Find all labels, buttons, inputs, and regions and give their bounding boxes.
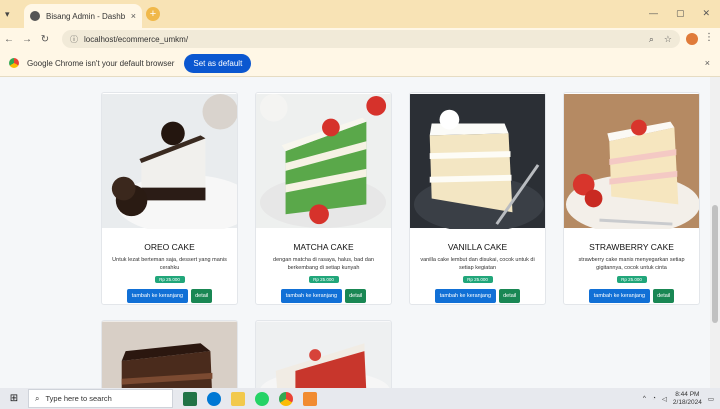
detail-button[interactable]: detail: [345, 289, 367, 303]
network-icon[interactable]: ◔: [652, 395, 656, 402]
product-image-red-velvet: [256, 321, 391, 388]
product-actions: tambah ke keranjang detail: [410, 289, 545, 303]
taskbar-search-placeholder: Type here to search: [45, 394, 112, 403]
taskbar-clock[interactable]: 8:44 PM 2/18/2024: [673, 391, 702, 407]
detail-button[interactable]: detail: [499, 289, 521, 303]
detail-button[interactable]: detail: [191, 289, 213, 303]
more-menu-icon[interactable]: ⋮: [704, 32, 714, 43]
file-explorer-icon[interactable]: [231, 391, 245, 406]
xampp-icon[interactable]: [303, 391, 317, 406]
close-window-icon[interactable]: ✕: [702, 8, 710, 19]
page-scrollbar[interactable]: [710, 77, 720, 388]
notification-icon[interactable]: ▭: [708, 395, 714, 403]
infobar-message: Google Chrome isn't your default browser: [27, 58, 175, 68]
product-image-matcha: [256, 93, 391, 229]
add-to-cart-button[interactable]: tambah ke keranjang: [280, 289, 343, 303]
windows-start-icon[interactable]: ⊞: [0, 393, 28, 404]
tab-title: Bisang Admin - Dashboard: [46, 11, 125, 21]
whatsapp-icon[interactable]: [255, 391, 269, 406]
product-actions: tambah ke keranjang detail: [256, 289, 391, 303]
tab-close-icon[interactable]: ×: [131, 11, 136, 21]
product-card: VANILLA CAKE vanilla cake lembut dan dis…: [409, 92, 546, 305]
product-actions: tambah ke keranjang detail: [102, 289, 237, 303]
windows-taskbar: ⊞ ⌕ Type here to search ^ ◔ ◁ 8:44 PM 2/…: [0, 388, 720, 409]
product-card: OREO CAKE Untuk lezat berteman saja, des…: [101, 92, 238, 305]
product-name: MATCHA CAKE: [293, 242, 354, 252]
zoom-icon[interactable]: ⌕: [649, 34, 654, 45]
window-controls: — ▢ ✕: [649, 8, 710, 19]
infobar-close-icon[interactable]: ×: [705, 58, 710, 68]
taskbar-search-input[interactable]: ⌕ Type here to search: [28, 389, 173, 408]
product-card: MATCHA CAKE dengan matcha di rasaya, hal…: [255, 92, 392, 305]
product-image-vanilla: [410, 93, 545, 232]
product-image-chocolate: [102, 321, 237, 388]
detail-button[interactable]: detail: [653, 289, 675, 303]
edge-icon[interactable]: [207, 391, 221, 406]
maximize-icon[interactable]: ▢: [676, 8, 685, 19]
add-to-cart-button[interactable]: tambah ke keranjang: [126, 289, 189, 303]
tab-search-icon[interactable]: ▾: [5, 9, 19, 21]
add-to-cart-button[interactable]: tambah ke keranjang: [434, 289, 497, 303]
clock-date: 2/18/2024: [672, 398, 702, 406]
product-image-oreo: [102, 93, 237, 234]
reload-icon[interactable]: ↻: [36, 34, 54, 45]
forward-arrow-icon[interactable]: →: [18, 34, 36, 45]
default-browser-infobar: Google Chrome isn't your default browser…: [0, 50, 720, 77]
tray-expand-icon[interactable]: ^: [643, 395, 646, 402]
product-name: OREO CAKE: [144, 242, 195, 252]
browser-toolbar: ← → ↻ ⓘ localhost/ecommerce_umkm/ ⌕ ☆ ⋮: [0, 28, 720, 50]
product-description: vanilla cake lembut dan disukai, cocok u…: [420, 257, 535, 272]
product-card: [255, 320, 392, 388]
site-info-icon[interactable]: ⓘ: [70, 34, 78, 45]
product-description: strawberry cake manis menyegarkan setiap…: [578, 257, 685, 272]
product-name: VANILLA CAKE: [447, 242, 508, 252]
product-name: STRAWBERRY CAKE: [589, 242, 674, 252]
browser-tab[interactable]: Bisang Admin - Dashboard ×: [24, 4, 142, 28]
chrome-taskbar-icon[interactable]: [279, 391, 293, 406]
excel-icon[interactable]: [183, 391, 197, 406]
address-bar[interactable]: ⓘ localhost/ecommerce_umkm/ ⌕ ☆: [62, 30, 680, 48]
price-badge: Rp 25.000: [154, 276, 185, 283]
price-badge: Rp 25.000: [462, 276, 493, 283]
chrome-logo-icon: [9, 58, 19, 68]
scrollbar-thumb[interactable]: [712, 205, 718, 323]
product-card: [101, 320, 238, 388]
new-tab-button[interactable]: +: [146, 7, 160, 21]
bookmark-star-icon[interactable]: ☆: [664, 34, 672, 45]
search-icon: ⌕: [35, 393, 40, 403]
profile-avatar[interactable]: [686, 33, 698, 45]
address-url[interactable]: localhost/ecommerce_umkm/: [84, 35, 639, 44]
clock-time: 8:44 PM: [675, 391, 700, 398]
product-description: Untuk lezat berteman saja, dessert yang …: [112, 257, 227, 272]
product-actions: tambah ke keranjang detail: [564, 289, 699, 303]
page-content: OREO CAKE Untuk lezat berteman saja, des…: [0, 77, 720, 388]
system-tray: ^ ◔ ◁ 8:44 PM 2/18/2024 ▭: [643, 391, 714, 407]
price-badge: Rp 25.000: [308, 276, 339, 283]
product-description: dengan matcha di rasaya, halus, bad dan …: [273, 257, 374, 272]
browser-tabstrip: ▾ Bisang Admin - Dashboard × + — ▢ ✕: [0, 0, 720, 28]
volume-icon[interactable]: ◁: [662, 395, 667, 403]
set-default-button[interactable]: Set as default: [184, 53, 252, 73]
add-to-cart-button[interactable]: tambah ke keranjang: [588, 289, 651, 303]
favicon-icon: [30, 11, 40, 21]
price-badge: Rp 25.000: [616, 276, 647, 283]
minimize-icon[interactable]: —: [649, 8, 658, 19]
product-image-strawberry: [564, 93, 699, 234]
back-arrow-icon[interactable]: ←: [0, 34, 18, 45]
product-card: STRAWBERRY CAKE strawberry cake manis me…: [563, 92, 700, 305]
